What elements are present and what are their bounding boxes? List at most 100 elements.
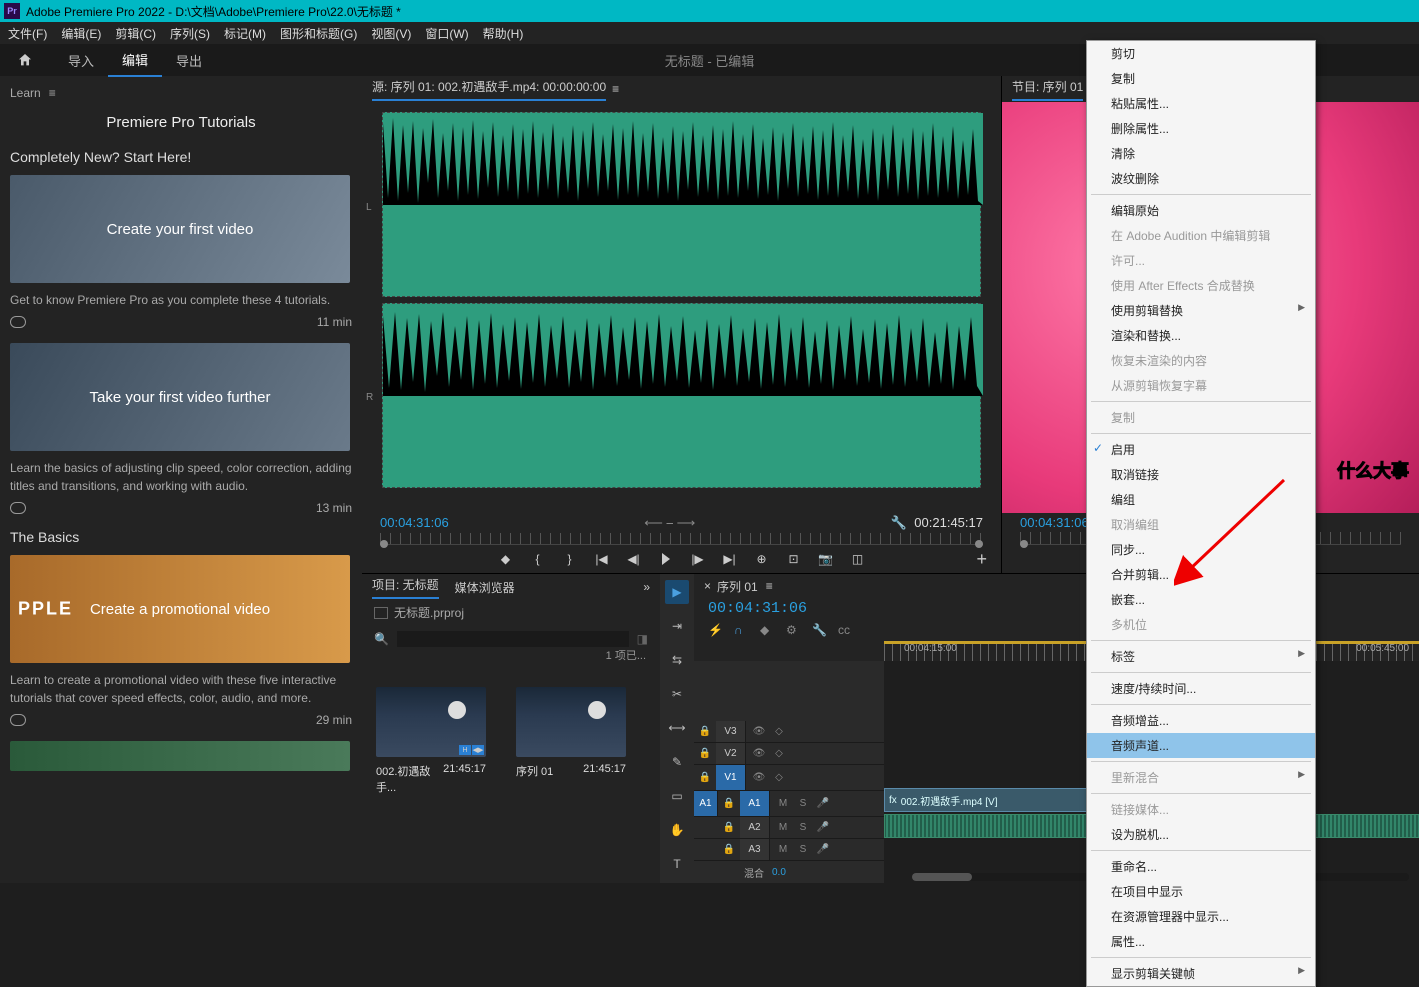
- context-menu-item[interactable]: 设为脱机...: [1087, 822, 1315, 847]
- ripple-tool-icon[interactable]: ⇆: [665, 648, 689, 672]
- toggle-output-icon[interactable]: 👁: [752, 726, 766, 737]
- context-menu-item[interactable]: 波纹删除: [1087, 166, 1315, 191]
- context-menu-item[interactable]: 标签▶: [1087, 644, 1315, 669]
- program-title[interactable]: 节目: 序列 01: [1012, 78, 1083, 101]
- filter-icon[interactable]: ◨: [637, 632, 648, 646]
- insert-icon[interactable]: ⊕: [754, 551, 770, 567]
- track-select-tool-icon[interactable]: ⇥: [665, 614, 689, 638]
- context-menu-item[interactable]: 粘贴属性...: [1087, 91, 1315, 116]
- source-title[interactable]: 源: 序列 01: 002.初遇敌手.mp4: 00:00:00:00: [372, 78, 606, 101]
- project-item-sequence[interactable]: 序列 0121:45:17: [516, 687, 626, 795]
- learn-menu-icon[interactable]: ≡: [49, 86, 56, 100]
- menu-file[interactable]: 文件(F): [8, 25, 47, 42]
- slip-tool-icon[interactable]: ⟷: [665, 716, 689, 740]
- project-item-clip[interactable]: H◀▶ 002.初遇敌手...21:45:17: [376, 687, 486, 795]
- menu-view[interactable]: 视图(V): [371, 25, 411, 42]
- menu-graphics[interactable]: 图形和标题(G): [280, 25, 357, 42]
- track-a3[interactable]: A3: [740, 839, 770, 860]
- menu-edit[interactable]: 编辑(E): [61, 25, 101, 42]
- mic-icon[interactable]: 🎤: [816, 798, 830, 809]
- toggle-output-icon[interactable]: 👁: [752, 748, 766, 759]
- in-icon[interactable]: {: [530, 551, 546, 567]
- context-menu-item[interactable]: 速度/持续时间...: [1087, 676, 1315, 701]
- source-time-dur[interactable]: 00:21:45:17: [914, 515, 983, 530]
- context-menu-item[interactable]: 合并剪辑...: [1087, 562, 1315, 587]
- track-v3[interactable]: V3: [716, 721, 746, 742]
- learn-tab[interactable]: Learn: [10, 86, 41, 100]
- goto-out-icon[interactable]: ▶|: [722, 551, 738, 567]
- sequence-name[interactable]: 序列 01: [717, 578, 758, 595]
- context-menu-item[interactable]: 渲染和替换...: [1087, 323, 1315, 348]
- tutorial-card-4-partial[interactable]: [10, 741, 350, 771]
- panel-menu-icon[interactable]: ≡: [612, 82, 619, 96]
- marker-add-icon[interactable]: ◆: [760, 623, 774, 637]
- mic-icon[interactable]: 🎤: [816, 822, 830, 833]
- lock-icon[interactable]: 🔒: [694, 748, 716, 759]
- out-icon[interactable]: }: [562, 551, 578, 567]
- overwrite-icon[interactable]: ⊡: [786, 551, 802, 567]
- source-time-in[interactable]: 00:04:31:06: [380, 515, 449, 531]
- type-tool-icon[interactable]: T: [665, 852, 689, 876]
- marker-icon[interactable]: ◆: [498, 551, 514, 567]
- panel-overflow-icon[interactable]: »: [643, 580, 650, 594]
- tab-export[interactable]: 导出: [162, 45, 216, 76]
- tab-edit[interactable]: 编辑: [108, 44, 162, 77]
- context-menu-item[interactable]: 编辑原始: [1087, 198, 1315, 223]
- lock-icon[interactable]: 🔒: [718, 798, 740, 809]
- context-menu-item[interactable]: 同步...: [1087, 537, 1315, 562]
- settings-icon[interactable]: ⚙: [786, 623, 800, 637]
- source-a1[interactable]: A1: [694, 791, 718, 816]
- context-menu-item[interactable]: ✓启用: [1087, 437, 1315, 462]
- goto-in-icon[interactable]: |◀: [594, 551, 610, 567]
- tab-media-browser[interactable]: 媒体浏览器: [455, 579, 515, 596]
- context-menu-item[interactable]: 重命名...: [1087, 854, 1315, 879]
- button-editor-icon[interactable]: +: [976, 549, 987, 570]
- context-menu-item[interactable]: 编组: [1087, 487, 1315, 512]
- tab-project[interactable]: 项目: 无标题: [372, 576, 439, 599]
- mix-value[interactable]: 0.0: [772, 867, 786, 878]
- lock-icon[interactable]: 🔒: [718, 822, 740, 833]
- context-menu-item[interactable]: 复制: [1087, 66, 1315, 91]
- wrench-icon[interactable]: 🔧: [891, 515, 907, 530]
- context-menu-item[interactable]: 取消链接: [1087, 462, 1315, 487]
- waveform-display[interactable]: L R: [362, 102, 1001, 513]
- lock-icon[interactable]: 🔒: [694, 772, 716, 783]
- track-a1[interactable]: A1: [740, 791, 770, 816]
- selection-tool-icon[interactable]: ▶: [665, 580, 689, 604]
- caption-icon[interactable]: cc: [838, 623, 852, 637]
- context-menu-item[interactable]: 剪切: [1087, 41, 1315, 66]
- menu-sequence[interactable]: 序列(S): [170, 25, 210, 42]
- wrench-icon[interactable]: 🔧: [812, 623, 826, 637]
- program-time[interactable]: 00:04:31:06: [1020, 515, 1089, 530]
- rectangle-tool-icon[interactable]: ▭: [665, 784, 689, 808]
- tab-import[interactable]: 导入: [54, 45, 108, 76]
- context-menu-item[interactable]: 清除: [1087, 141, 1315, 166]
- source-ruler[interactable]: [380, 533, 983, 545]
- search-input[interactable]: [397, 631, 629, 647]
- hand-tool-icon[interactable]: ✋: [665, 818, 689, 842]
- context-menu-item[interactable]: 使用剪辑替换▶: [1087, 298, 1315, 323]
- track-v2[interactable]: V2: [716, 743, 746, 764]
- context-menu-item[interactable]: 属性...: [1087, 929, 1315, 954]
- play-icon[interactable]: [658, 551, 674, 567]
- tutorial-card-3[interactable]: PPLE Create a promotional video Learn to…: [10, 555, 352, 727]
- tutorial-card-1[interactable]: Create your first video Get to know Prem…: [10, 175, 352, 329]
- tutorial-card-2[interactable]: Take your first video further Learn the …: [10, 343, 352, 515]
- context-menu-item[interactable]: 删除属性...: [1087, 116, 1315, 141]
- toggle-output-icon[interactable]: 👁: [752, 772, 766, 783]
- export-frame-icon[interactable]: 📷: [818, 551, 834, 567]
- menu-window[interactable]: 窗口(W): [425, 25, 468, 42]
- lock-icon[interactable]: 🔒: [718, 844, 740, 855]
- linked-selection-icon[interactable]: ∩: [734, 623, 748, 637]
- context-menu-item[interactable]: 音频增益...: [1087, 708, 1315, 733]
- track-a2[interactable]: A2: [740, 817, 770, 838]
- context-menu-item[interactable]: 音频声道...: [1087, 733, 1315, 758]
- pen-tool-icon[interactable]: ✎: [665, 750, 689, 774]
- menu-help[interactable]: 帮助(H): [483, 25, 524, 42]
- home-icon[interactable]: [16, 52, 34, 68]
- menu-clip[interactable]: 剪辑(C): [115, 25, 156, 42]
- context-menu-item[interactable]: 在资源管理器中显示...: [1087, 904, 1315, 929]
- context-menu-item[interactable]: 嵌套...: [1087, 587, 1315, 612]
- step-back-icon[interactable]: ◀|: [626, 551, 642, 567]
- lock-icon[interactable]: 🔒: [694, 726, 716, 737]
